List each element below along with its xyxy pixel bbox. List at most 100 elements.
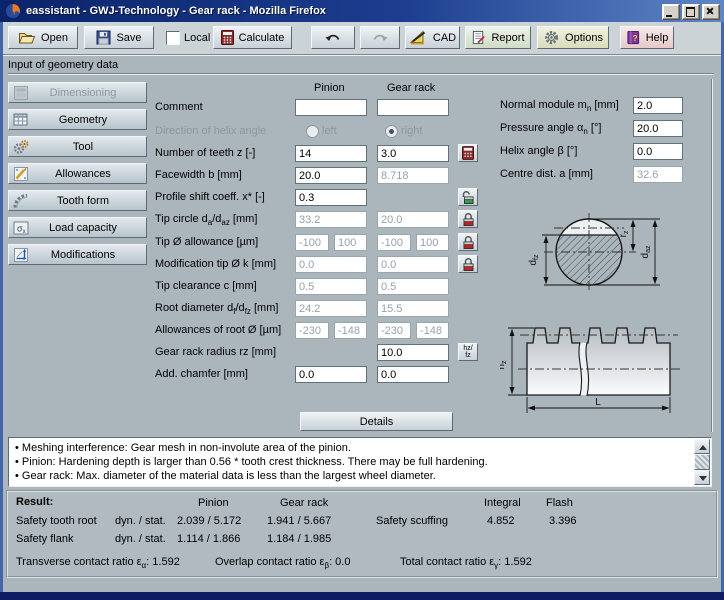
total-contact-ratio: Total contact ratio εγ: 1.592 <box>400 556 532 570</box>
message-line: • Gear rack: Max. diameter of the materi… <box>15 470 436 482</box>
field-label-tip-clearance: Tip clearance c [mm] <box>155 280 257 292</box>
rack-profile <box>527 328 670 395</box>
options-button[interactable]: Options <box>537 26 609 49</box>
save-disk-icon <box>96 30 111 45</box>
field-label-comment: Comment <box>155 101 203 113</box>
open-button[interactable]: Open <box>8 26 78 49</box>
teeth-pinion-input[interactable] <box>295 145 367 162</box>
facewidth-gear-rack-input <box>377 167 449 184</box>
facewidth-pinion-input[interactable] <box>295 167 367 184</box>
tip-modification-gear-rack-input <box>377 256 449 273</box>
sidebar-item-allowances[interactable]: Allowances <box>8 163 147 184</box>
undo-button[interactable] <box>311 26 355 49</box>
field-label-tip-modification: Modification tip Ø k [mm] <box>155 258 276 270</box>
dfz-label: dfz <box>528 254 540 266</box>
sidebar-item-label: Dimensioning <box>30 87 146 99</box>
field-label-chamfer: Add. chamfer [mm] <box>155 368 248 380</box>
field-label-root-diameter: Root diameter df/dfz [mm] <box>155 302 278 316</box>
root-allowance-pinion-upper-input <box>334 322 367 339</box>
tip-modification-pinion-input <box>295 256 367 273</box>
tip-allowance-lock-button[interactable] <box>458 233 478 251</box>
sidebar-item-tool[interactable]: Tool <box>8 136 147 157</box>
profile-shift-pinion-input[interactable] <box>295 189 367 206</box>
root-allowance-gear-rack-lower-input <box>377 322 411 339</box>
column-header-gear-rack: Gear rack <box>387 82 435 94</box>
result-value: 2.039 / 5.172 <box>177 515 241 527</box>
rack-radius-input[interactable] <box>377 344 449 361</box>
length-label: L <box>595 397 601 408</box>
sidebar-item-label: Tool <box>30 141 146 153</box>
arrow-up-icon <box>699 445 707 450</box>
sidebar-item-modifications[interactable]: Modifications <box>8 244 147 265</box>
tip-circle-lock-button[interactable] <box>458 210 478 228</box>
tip-modification-lock-button[interactable] <box>458 255 478 273</box>
field-label-tip-allowance: Tip Ø allowance [µm] <box>155 236 258 248</box>
gear-rack-diagram: dfz rz daz hz L <box>500 200 715 422</box>
report-button[interactable]: Report <box>465 26 531 49</box>
tip-allowance-pinion-upper-input <box>334 234 367 251</box>
tip-circle-pinion-input <box>295 211 367 228</box>
window-title: eassistant - GWJ-Technology - Gear rack … <box>26 5 326 17</box>
overlap-contact-ratio: Overlap contact ratio εβ: 0.0 <box>215 556 350 570</box>
param-label-centre-distance: Centre dist. a [mm] <box>500 168 593 180</box>
sidebar-item-geometry[interactable]: Geometry <box>8 109 147 130</box>
modifications-icon <box>12 247 30 263</box>
sidebar-item-label: Tooth form <box>30 195 146 207</box>
scuffing-flash-value: 3.396 <box>549 515 577 527</box>
comment-pinion-input[interactable] <box>295 99 367 116</box>
close-button[interactable] <box>702 4 720 20</box>
profile-shift-unlock-button[interactable] <box>458 188 478 206</box>
allowances-icon <box>12 166 30 182</box>
param-label-helix-angle: Helix angle β [°] <box>500 145 577 157</box>
result-row-label: Safety tooth root <box>16 515 97 527</box>
rack-radius-hzfz-button[interactable]: hz/fz <box>458 343 478 361</box>
teeth-calculator-button[interactable] <box>458 144 478 162</box>
chamfer-gear-rack-input[interactable] <box>377 366 449 383</box>
results-header-flash: Flash <box>546 497 573 509</box>
results-panel: Result: Pinion Gear rack Integral Flash … <box>6 490 718 578</box>
gear-icon <box>543 30 560 45</box>
comment-gear-rack-input[interactable] <box>377 99 449 116</box>
sidebar-item-tooth-form[interactable]: Tooth form <box>8 190 147 211</box>
field-label-root-allowance: Allowances of root Ø [µm] <box>155 324 281 336</box>
geometry-grid-icon <box>12 112 30 128</box>
undo-icon <box>324 31 342 45</box>
help-button[interactable]: ? Help <box>620 26 674 49</box>
local-checkbox[interactable] <box>166 31 180 45</box>
firefox-icon <box>5 3 21 19</box>
details-button[interactable]: Details <box>300 412 453 431</box>
field-label-tip-circle: Tip circle da/daz [mm] <box>155 213 257 227</box>
maximize-icon <box>686 7 695 17</box>
lock-closed-icon <box>462 212 475 227</box>
helix-right-radio <box>385 125 398 138</box>
scroll-down-button[interactable] <box>694 470 710 485</box>
minimize-button[interactable] <box>662 4 680 20</box>
toolbar: Open Save Local Calculate <box>3 22 721 55</box>
daz-label: daz <box>640 245 652 258</box>
scroll-up-button[interactable] <box>694 439 710 454</box>
window-frame-bottom <box>0 592 724 600</box>
result-value: 1.114 / 1.866 <box>177 533 240 545</box>
messages-scrollbar[interactable] <box>694 439 710 485</box>
calculate-button[interactable]: Calculate <box>213 26 292 49</box>
sidebar-item-label: Geometry <box>30 114 146 126</box>
normal-module-input[interactable] <box>633 97 683 114</box>
sidebar-item-load-capacity[interactable]: σx Load capacity <box>8 217 147 238</box>
cad-button[interactable]: CAD <box>405 26 460 49</box>
help-book-icon: ? <box>626 30 641 45</box>
scuffing-integral-value: 4.852 <box>487 515 515 527</box>
save-button[interactable]: Save <box>84 26 154 49</box>
field-label-rack-radius: Gear rack radius rz [mm] <box>155 346 276 358</box>
cad-icon <box>409 30 428 45</box>
teeth-gear-rack-input[interactable] <box>377 145 449 162</box>
tip-allowance-gear-rack-lower-input <box>377 234 411 251</box>
maximize-button[interactable] <box>682 4 700 20</box>
scrollbar-thumb[interactable] <box>694 454 710 470</box>
helix-angle-input[interactable] <box>633 143 683 160</box>
field-label-helix-direction: Direction of helix angle <box>155 125 266 137</box>
message-line: • Pinion: Hardening depth is larger than… <box>15 456 488 468</box>
pressure-angle-input[interactable] <box>633 120 683 137</box>
redo-button[interactable] <box>360 26 400 49</box>
lock-open-icon <box>462 190 475 205</box>
chamfer-pinion-input[interactable] <box>295 366 367 383</box>
